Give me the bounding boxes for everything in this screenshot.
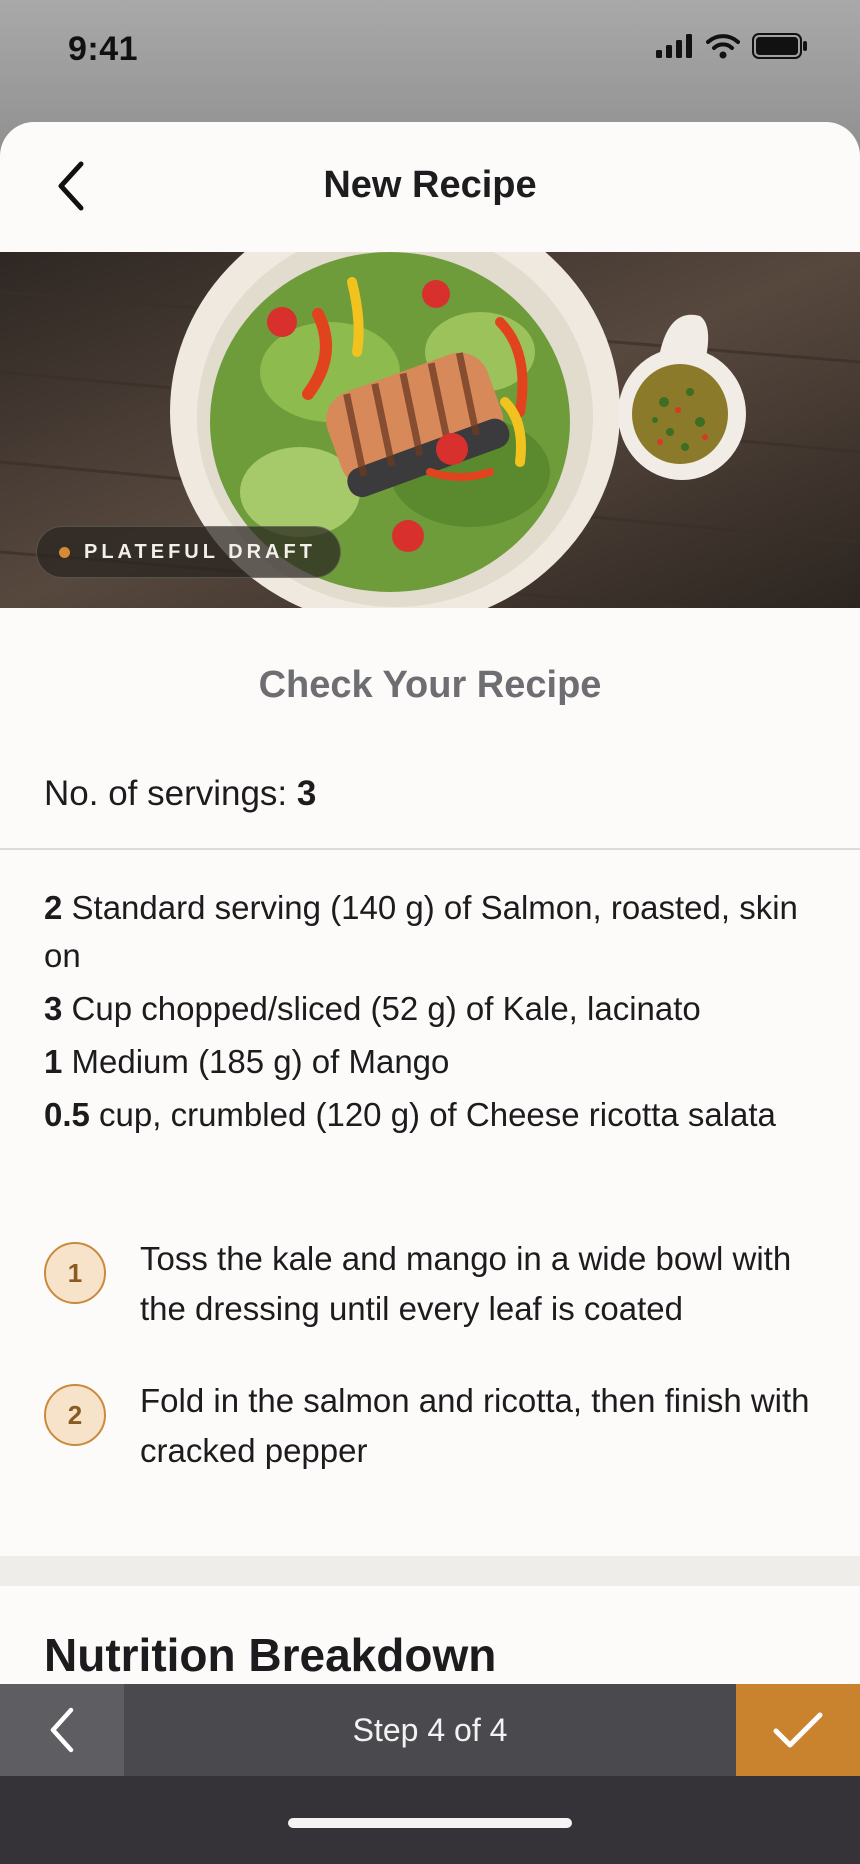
ingredient-item: 0.5 cup, crumbled (120 g) of Cheese rico… <box>44 1091 824 1139</box>
home-indicator-area <box>0 1776 860 1864</box>
nutrition-heading: Nutrition Breakdown <box>44 1629 497 1681</box>
section-separator <box>0 1556 860 1586</box>
ingredient-item: 1 Medium (185 g) of Mango <box>44 1038 824 1086</box>
wizard-bottom-bar: Step 4 of 4 <box>0 1684 860 1776</box>
status-icons <box>656 33 808 59</box>
step-number: 1 <box>44 1242 106 1304</box>
servings-label: No. of servings: <box>44 774 297 813</box>
ingredient-qty: 0.5 <box>44 1096 90 1133</box>
ingredient-list: 2 Standard serving (140 g) of Salmon, ro… <box>44 884 824 1144</box>
step-number: 2 <box>44 1384 106 1446</box>
badge-dot <box>59 546 70 558</box>
step-item: 2 Fold in the salmon and ricotta, then f… <box>44 1382 834 1476</box>
ingredient-qty: 3 <box>44 990 63 1027</box>
ingredient-text: Standard serving (140 g) of Salmon, roas… <box>44 889 798 974</box>
wifi-icon <box>706 34 740 59</box>
cellular-signal-icon <box>656 34 692 58</box>
home-indicator[interactable] <box>288 1818 572 1828</box>
status-bar: 9:41 <box>0 0 860 110</box>
ingredient-qty: 1 <box>44 1043 63 1080</box>
page-title: New Recipe <box>323 164 537 206</box>
battery-icon <box>752 33 807 59</box>
step-item: 1 Toss the kale and mango in a wide bowl… <box>44 1240 834 1334</box>
badge-label: PLATEFUL DRAFT <box>84 540 316 563</box>
finish-button[interactable] <box>736 1684 860 1776</box>
servings-value: 3 <box>296 774 317 813</box>
ingredient-qty: 2 <box>44 889 63 926</box>
ingredient-text: Cup chopped/sliced (52 g) of Kale, lacin… <box>62 990 701 1027</box>
checkmark-icon <box>773 1712 823 1748</box>
draft-badge: PLATEFUL DRAFT <box>36 526 341 578</box>
servings-row: No. of servings: 3 <box>44 774 316 814</box>
nav-bar: New Recipe <box>0 122 860 252</box>
ingredient-item: 3 Cup chopped/sliced (52 g) of Kale, lac… <box>44 985 824 1033</box>
ingredient-text: Medium (185 g) of Mango <box>62 1043 450 1080</box>
divider <box>0 848 860 850</box>
ingredient-text: cup, crumbled (120 g) of Cheese ricotta … <box>89 1096 776 1133</box>
chevron-left-icon <box>50 1707 74 1753</box>
step-text: Toss the kale and mango in a wide bowl w… <box>140 1240 792 1327</box>
section-title: Check Your Recipe <box>258 664 602 706</box>
previous-step-button[interactable] <box>0 1684 124 1776</box>
step-list: 1 Toss the kale and mango in a wide bowl… <box>44 1240 834 1526</box>
step-text: Fold in the salmon and ricotta, then fin… <box>140 1382 810 1469</box>
step-indicator: Step 4 of 4 <box>124 1684 736 1776</box>
recipe-sheet: New Recipe PLATEFUL DRAFT Check Your Rec… <box>0 122 860 1864</box>
ingredient-item: 2 Standard serving (140 g) of Salmon, ro… <box>44 884 824 980</box>
status-time: 9:41 <box>68 30 139 68</box>
